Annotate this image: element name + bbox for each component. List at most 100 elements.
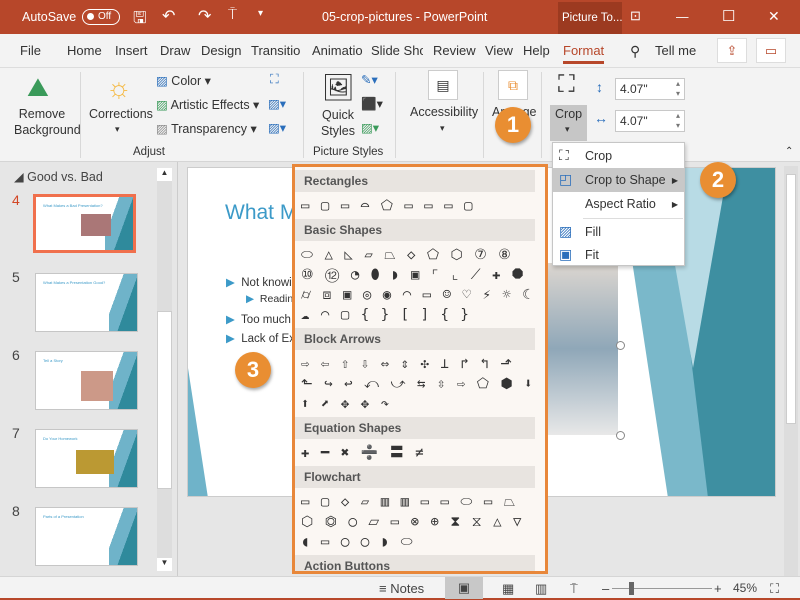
slide-scrollbar[interactable] — [784, 166, 798, 576]
resize-handle[interactable] — [616, 341, 625, 350]
menu-label: Crop to Shape — [585, 173, 666, 187]
tab-animations[interactable]: Animatio — [312, 43, 364, 58]
search-icon[interactable]: ⚲ — [630, 43, 640, 60]
comments-button[interactable]: ▭ — [756, 38, 786, 63]
menu-item-fit[interactable]: ▣ Fit — [553, 243, 684, 267]
zoom-level[interactable]: 45% — [733, 581, 757, 595]
picture-effects-icon[interactable]: ⬛▾ — [361, 96, 383, 112]
menu-item-aspect-ratio[interactable]: Aspect Ratio ▶ — [553, 192, 684, 216]
slide-number: 5 — [12, 269, 20, 285]
undo-icon[interactable]: ↶ — [162, 6, 175, 26]
transparency-button[interactable]: ▨ Transparency ▾ — [156, 121, 257, 136]
color-button[interactable]: ▨ Color ▾ — [156, 73, 211, 88]
corrections-label: Corrections — [89, 107, 153, 121]
remove-background-icon: ⛰ — [27, 72, 49, 102]
redo-icon[interactable]: ↷ — [198, 6, 211, 26]
collapse-ribbon-icon[interactable]: ⌃ — [785, 146, 793, 157]
notes-button[interactable]: ≡ Notes — [379, 581, 424, 596]
resize-handle[interactable] — [616, 431, 625, 440]
shape-grid-flowchart[interactable]: ▭▢◇▱▥▥▭▭⬭▭⏢⬡⏣◯⏥▭⊗⊕⧗⧖△▽◖▭◯◯◗⬭ — [295, 492, 545, 552]
shape-grid-rectangles[interactable]: ▭▢▭⌓⬠▭▭▭▢ — [295, 196, 545, 216]
reset-picture-icon[interactable]: ▨▾ — [268, 120, 286, 135]
reading-view-icon[interactable]: ▥ — [535, 581, 547, 597]
fit-slide-icon[interactable]: ⛶ — [770, 581, 779, 597]
slide-thumbnail-5[interactable]: What Makes a Presentation Good? — [35, 273, 138, 332]
tab-review[interactable]: Review — [433, 43, 476, 58]
change-picture-icon[interactable]: ▨▾ — [268, 96, 286, 111]
menu-item-crop-to-shape[interactable]: ◰ Crop to Shape ▶ — [553, 168, 684, 192]
bullet-1: ▶ Not knowin — [226, 277, 299, 289]
accessibility-label: Accessibility — [410, 105, 479, 119]
crop-button[interactable]: Crop ▾ — [550, 105, 587, 141]
section-header[interactable]: ◢ Good vs. Bad — [14, 169, 103, 184]
menu-label: Fill — [585, 225, 601, 239]
picture-tools-label: Picture To... — [558, 2, 622, 34]
scroll-up-icon[interactable]: ▲ — [157, 168, 172, 181]
menu-item-fill[interactable]: ▨ Fill — [553, 220, 684, 244]
ribbon-display-icon[interactable]: ⊡ — [630, 8, 641, 24]
ribbon-tabs: File Home Insert Draw Design Transitio A… — [0, 34, 800, 68]
slideshow-icon[interactable]: ⍑ — [570, 581, 578, 597]
shape-grid-basic-shapes[interactable]: ⬭△◺▱⏢◇⬠⬡⑦⑧⑩⑫◔⬮◗▣⌜⌞⟋✚⯃⌭⧈▣◎◉◠▭☺♡⚡☼☾☁◠▢{}[]… — [295, 245, 545, 325]
crop-label: Crop — [555, 107, 583, 121]
minimize-button[interactable]: — — [676, 10, 689, 24]
slide-thumbnail-7[interactable]: Do Your Homework — [35, 429, 138, 488]
scrollbar-thumb[interactable] — [157, 311, 172, 489]
close-button[interactable]: ✕ — [768, 8, 780, 25]
height-input[interactable]: 4.07" — [615, 78, 685, 100]
slide-thumbnail-6[interactable]: Tell a Story — [35, 351, 138, 410]
menu-label: Crop — [585, 149, 613, 163]
compress-pictures-icon[interactable]: ⛶ — [270, 72, 279, 87]
tab-file[interactable]: File — [20, 43, 41, 58]
width-input[interactable]: 4.07" — [615, 110, 685, 132]
notes-label: Notes — [390, 581, 425, 596]
tab-transitions[interactable]: Transitio — [251, 43, 303, 58]
gallery-section-header: Flowchart — [295, 466, 535, 488]
scrollbar-thumb[interactable] — [786, 174, 796, 424]
thumbnail-scrollbar[interactable]: ▲ ▼ — [157, 168, 172, 571]
customize-qat-icon[interactable]: ▾ — [258, 8, 263, 19]
quick-styles-label: Quick Styles — [320, 108, 356, 138]
normal-view-icon[interactable]: ▣ — [445, 577, 483, 599]
shape-grid-equation-shapes[interactable]: ✚━✖➗〓≠ — [295, 443, 545, 463]
slide-number: 7 — [12, 425, 20, 441]
slide-sorter-icon[interactable]: ▦ — [502, 581, 514, 597]
present-icon[interactable]: ⍑ — [228, 6, 237, 23]
save-icon[interactable]: 🖫 — [133, 7, 147, 34]
tell-me-search[interactable]: Tell me — [655, 43, 696, 58]
slide-thumbnail-4[interactable]: What Makes a Bad Presentation? — [33, 194, 136, 253]
shape-grid-block-arrows[interactable]: ⇨⇦⇧⇩⇔⇕✣⊥↱↰⬏⬑↪↩⤺⤻⇆⇳⇨⬠⬢⬇⬆⬈✥✥↷ — [295, 354, 545, 414]
autosave-toggle[interactable]: Off — [82, 9, 120, 25]
thumbnail-title: Do Your Homework — [43, 436, 78, 441]
tab-design[interactable]: Design — [201, 43, 241, 58]
tab-home[interactable]: Home — [67, 43, 102, 58]
height-icon: ↕ — [596, 79, 603, 95]
fit-icon: ▣ — [559, 246, 573, 262]
artistic-effects-button[interactable]: ▨ Artistic Effects ▾ — [156, 97, 259, 112]
zoom-slider-thumb[interactable] — [629, 582, 635, 595]
artistic-effects-label: Artistic Effects — [170, 98, 250, 112]
tab-help[interactable]: Help — [523, 43, 550, 58]
slide-number: 4 — [12, 192, 20, 208]
share-button[interactable]: ⇪ — [717, 38, 747, 63]
tab-slide-show[interactable]: Slide Sho — [371, 43, 423, 58]
tab-draw[interactable]: Draw — [160, 43, 190, 58]
menu-label: Aspect Ratio — [585, 197, 656, 211]
picture-border-icon[interactable]: ✎▾ — [361, 72, 378, 87]
color-icon: ▨ — [156, 74, 168, 88]
picture-layout-icon[interactable]: ▨▾ — [361, 120, 379, 135]
title-bar: AutoSave Off 🖫 ↶ ↷ ⍑ ▾ 05-crop-pictures … — [0, 0, 800, 34]
maximize-button[interactable]: ☐ — [722, 7, 735, 25]
menu-item-crop[interactable]: ⛶ Crop — [553, 144, 684, 168]
alt-text-icon: ▤ — [428, 70, 458, 100]
tab-insert[interactable]: Insert — [115, 43, 148, 58]
scroll-down-icon[interactable]: ▼ — [157, 558, 172, 571]
bullet-4: ▶ Lack of Ex — [226, 333, 295, 345]
zoom-slider[interactable] — [612, 582, 712, 595]
zoom-in-icon[interactable]: + — [714, 581, 722, 596]
tab-format[interactable]: Format — [563, 43, 605, 64]
tab-view[interactable]: View — [485, 43, 513, 58]
slide-thumbnail-8[interactable]: Parts of a Presentation — [35, 507, 138, 566]
selected-picture[interactable] — [536, 263, 618, 435]
zoom-out-icon[interactable]: – — [602, 581, 609, 596]
